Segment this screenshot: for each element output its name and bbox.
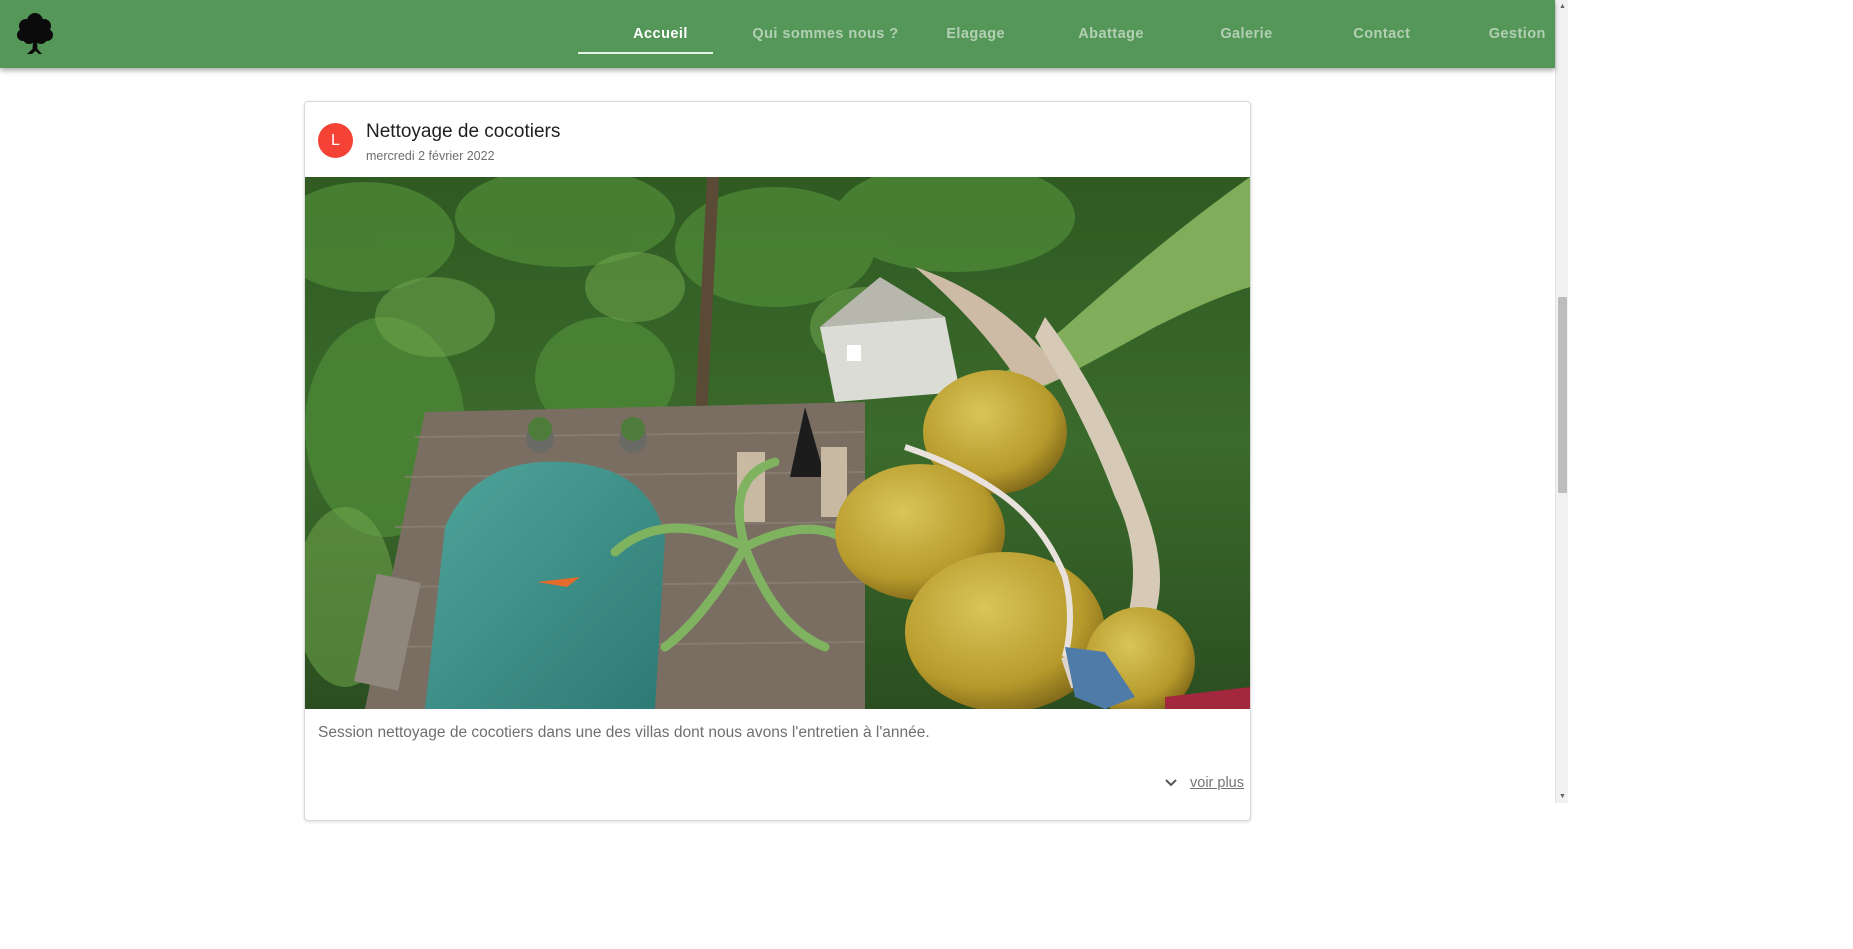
scrollbar-thumb[interactable] xyxy=(1558,297,1567,493)
nav-tab-gestion[interactable]: Gestion xyxy=(1450,0,1585,68)
nav-tab-abattage[interactable]: Abattage xyxy=(1043,0,1178,68)
scroll-down-icon[interactable]: ▼ xyxy=(1556,790,1569,803)
nav-tab-contact[interactable]: Contact xyxy=(1314,0,1449,68)
tree-logo-icon[interactable] xyxy=(15,11,55,57)
post-header: L Nettoyage de cocotiers mercredi 2 févr… xyxy=(305,102,1250,178)
voir-plus-link[interactable]: voir plus xyxy=(1190,775,1244,791)
post-date: mercredi 2 février 2022 xyxy=(366,149,495,163)
page-scrollbar[interactable]: ▲ ▼ xyxy=(1555,0,1568,803)
post-card: L Nettoyage de cocotiers mercredi 2 févr… xyxy=(304,101,1251,821)
main-nav: Accueil Qui sommes nous ? Elagage Abatta… xyxy=(578,0,1585,68)
nav-tab-accueil[interactable]: Accueil xyxy=(578,0,743,68)
app-bar: Accueil Qui sommes nous ? Elagage Abatta… xyxy=(0,0,1555,68)
nav-tab-elagage[interactable]: Elagage xyxy=(908,0,1043,68)
post-description: Session nettoyage de cocotiers dans une … xyxy=(318,724,930,741)
post-title: Nettoyage de cocotiers xyxy=(366,121,561,142)
nav-tab-galerie[interactable]: Galerie xyxy=(1179,0,1314,68)
chevron-down-icon[interactable] xyxy=(1164,776,1178,790)
nav-tab-qui-sommes-nous[interactable]: Qui sommes nous ? xyxy=(743,0,908,68)
post-image xyxy=(305,177,1250,709)
post-actions: voir plus xyxy=(1164,775,1244,791)
author-avatar: L xyxy=(318,123,353,158)
